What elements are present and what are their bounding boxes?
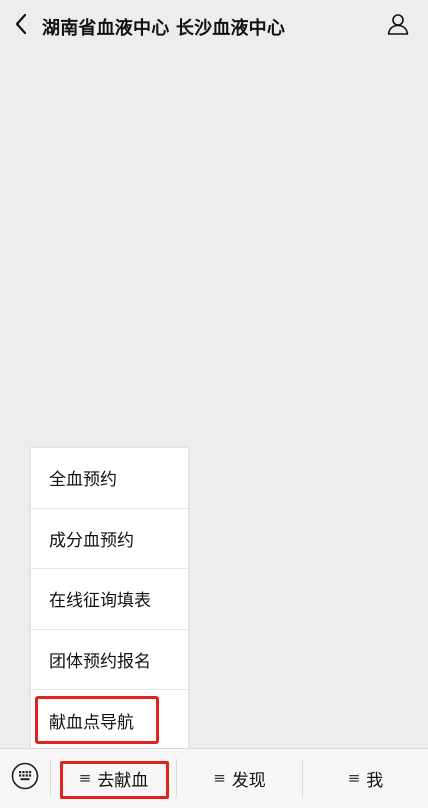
menu-item-label: 献血点导航 (49, 712, 134, 733)
menu-item-donation-navigation[interactable]: 献血点导航 (31, 690, 188, 751)
tab-discover[interactable]: ≡ 发现 (177, 749, 302, 807)
menu-item-online-questionnaire[interactable]: 在线征询填表 (31, 569, 188, 630)
tab-label: 发现 (231, 770, 266, 791)
tab-label: 我 (366, 770, 384, 791)
page-title: 湖南省血液中心 长沙血液中心 (42, 18, 286, 39)
menu-icon: ≡ (347, 769, 361, 787)
menu-item-component-blood[interactable]: 成分血预约 (31, 509, 188, 569)
tab-label: 去献血 (97, 770, 149, 791)
submenu-popup: 全血预约 成分血预约 在线征询填表 团体预约报名 献血点导航 (31, 448, 188, 748)
tab-me[interactable]: ≡ 我 (303, 749, 428, 807)
menu-item-label: 团体预约报名 (49, 651, 151, 672)
menu-icon: ≡ (78, 769, 92, 787)
chevron-left-icon (14, 13, 28, 39)
navigation-bar: 湖南省血液中心 长沙血液中心 (0, 0, 428, 52)
menu-item-group-booking[interactable]: 团体预约报名 (31, 630, 188, 690)
menu-icon: ≡ (213, 769, 226, 787)
bottom-menu-bar: ≡ 去献血 ≡ 发现 ≡ 我 (0, 748, 428, 808)
person-icon (386, 12, 410, 40)
back-button[interactable] (6, 10, 36, 42)
menu-item-label: 在线征询填表 (49, 591, 151, 612)
menu-item-label: 成分血预约 (49, 530, 134, 551)
menu-item-whole-blood[interactable]: 全血预约 (31, 448, 188, 509)
menu-item-label: 全血预约 (49, 470, 117, 491)
tab-donate-blood[interactable]: ≡ 去献血 (51, 749, 176, 807)
keyboard-toggle-button[interactable] (10, 762, 40, 794)
keyboard-icon (11, 762, 39, 794)
profile-button[interactable] (384, 12, 412, 40)
